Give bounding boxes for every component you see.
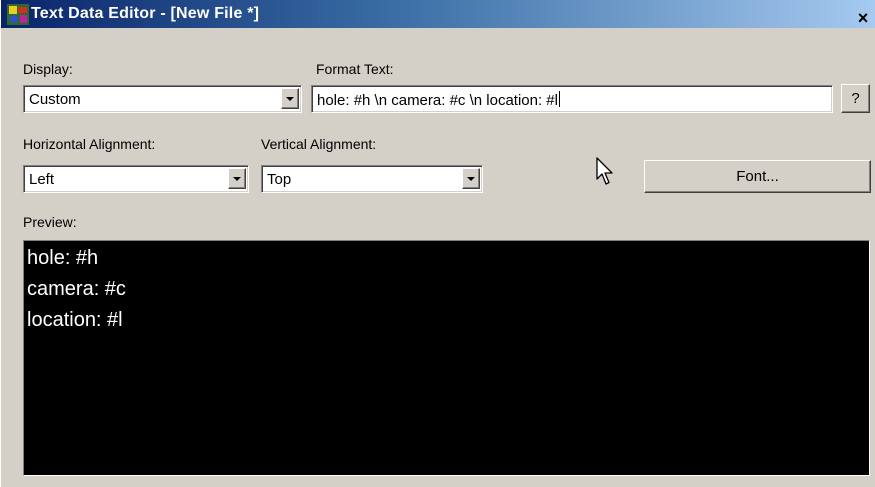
display-dropdown-button[interactable] bbox=[281, 88, 299, 109]
window-title: Text Data Editor - [New File *] bbox=[31, 5, 260, 22]
vertical-alignment-label: Vertical Alignment: bbox=[261, 136, 377, 152]
format-text-value: hole: #h \n camera: #c \n location: #l bbox=[317, 92, 558, 109]
chevron-down-icon bbox=[233, 177, 241, 181]
preview-line-1: hole: #h bbox=[27, 247, 99, 269]
chevron-down-icon bbox=[467, 177, 475, 181]
preview-line-3: location: #l bbox=[27, 309, 123, 331]
help-button[interactable]: ? bbox=[841, 84, 870, 113]
preview-label: Preview: bbox=[23, 214, 77, 230]
app-icon bbox=[7, 4, 29, 25]
chevron-down-icon bbox=[286, 97, 294, 101]
display-select[interactable]: Custom bbox=[23, 85, 302, 113]
display-select-value: Custom bbox=[29, 91, 81, 108]
horizontal-alignment-select[interactable]: Left bbox=[23, 165, 249, 193]
mouse-cursor-icon bbox=[596, 157, 613, 185]
horizontal-alignment-label: Horizontal Alignment: bbox=[23, 136, 156, 152]
preview-line-2: camera: #c bbox=[27, 278, 126, 300]
horizontal-alignment-value: Left bbox=[29, 171, 55, 188]
title-bar[interactable]: Text Data Editor - [New File *] × bbox=[1, 0, 875, 28]
horizontal-alignment-dropdown-button[interactable] bbox=[228, 168, 246, 189]
text-caret bbox=[558, 91, 560, 107]
format-text-input[interactable]: hole: #h \n camera: #c \n location: #l bbox=[311, 85, 833, 113]
vertical-alignment-value: Top bbox=[267, 171, 292, 188]
format-text-label: Format Text: bbox=[316, 61, 394, 77]
vertical-alignment-select[interactable]: Top bbox=[261, 165, 483, 193]
font-button[interactable]: Font... bbox=[644, 160, 871, 193]
close-button[interactable]: × bbox=[854, 9, 872, 27]
vertical-alignment-dropdown-button[interactable] bbox=[462, 168, 480, 189]
display-label: Display: bbox=[23, 61, 73, 77]
preview-area: hole: #h camera: #c location: #l bbox=[23, 240, 870, 476]
text-data-editor-window: Text Data Editor - [New File *] × Displa… bbox=[0, 0, 875, 487]
